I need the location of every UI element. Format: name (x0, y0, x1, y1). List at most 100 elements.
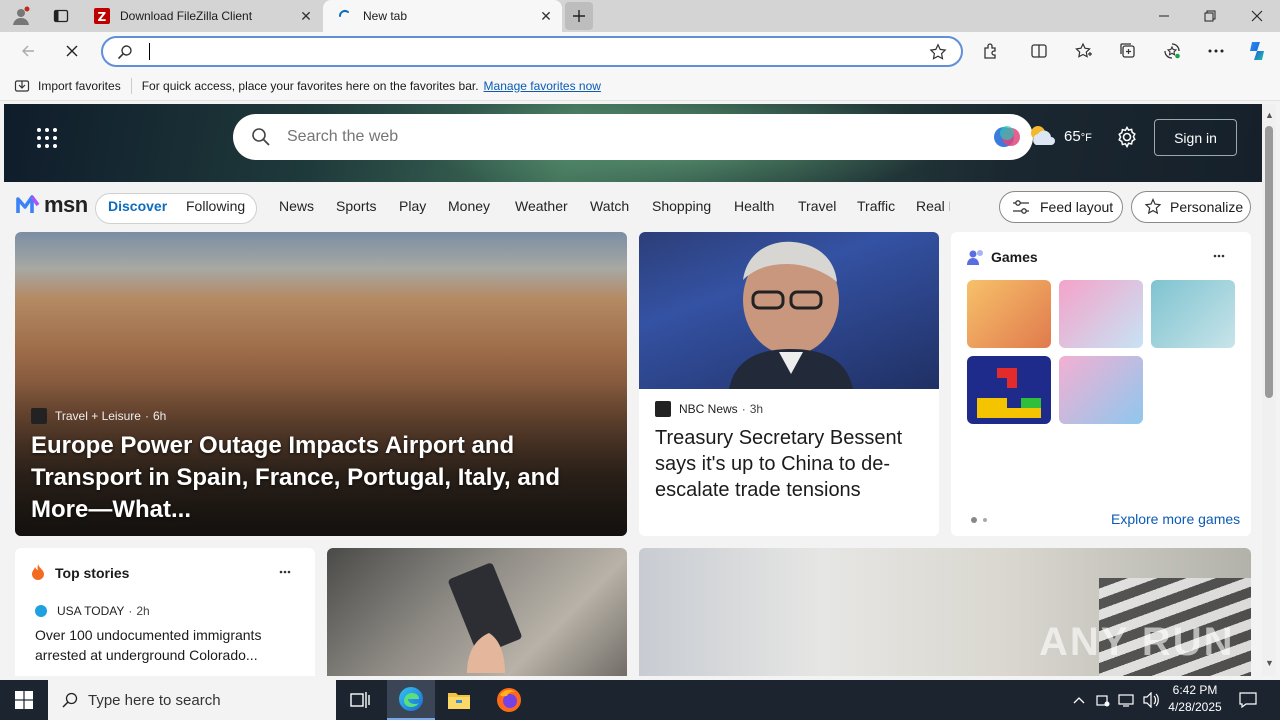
security-tray-icon[interactable] (1092, 680, 1114, 720)
extensions-icon[interactable] (975, 35, 1007, 67)
side-story-image (639, 232, 939, 389)
favorite-star-icon[interactable] (929, 43, 947, 61)
games-more-icon[interactable] (1213, 254, 1225, 258)
personalize-label: Personalize (1170, 199, 1244, 215)
close-tab-icon[interactable]: ✕ (534, 4, 558, 28)
games-card: Games Explore more games (951, 232, 1251, 536)
nbc-logo-icon (655, 401, 671, 417)
game-tile-1[interactable] (967, 280, 1051, 348)
page-scrollbar[interactable]: ▲ ▼ (1262, 104, 1276, 676)
split-screen-icon[interactable] (1023, 35, 1055, 67)
notifications-icon[interactable] (1230, 680, 1266, 720)
settings-gear-icon[interactable] (1116, 126, 1138, 148)
nav-health[interactable]: Health (734, 198, 774, 214)
copilot-icon[interactable] (1242, 35, 1274, 67)
temperature-value: 65 (1064, 128, 1081, 145)
side-story-source: NBC News · 3h (655, 401, 763, 417)
explore-more-games-link[interactable]: Explore more games (1111, 511, 1240, 527)
nav-watch[interactable]: Watch (590, 198, 629, 214)
minimize-button[interactable] (1141, 0, 1187, 32)
feed-layout-button[interactable]: Feed layout (999, 191, 1123, 223)
tab-discover[interactable]: Discover (108, 198, 167, 214)
more-options-icon[interactable] (1200, 35, 1232, 67)
nav-traffic[interactable]: Traffic (857, 198, 895, 214)
top-stories-more-icon[interactable] (279, 570, 291, 574)
network-icon[interactable] (1114, 680, 1138, 720)
side-story-headline[interactable]: Treasury Secretary Bessent says it's up … (655, 425, 925, 503)
scroll-up-arrow-icon[interactable]: ▲ (1265, 110, 1274, 120)
favorites-divider (130, 77, 132, 94)
nav-shopping[interactable]: Shopping (652, 198, 711, 214)
nav-play[interactable]: Play (399, 198, 426, 214)
game-tile-2[interactable] (1059, 280, 1143, 348)
close-window-button[interactable] (1234, 0, 1280, 32)
nav-travel[interactable]: Travel (798, 198, 836, 214)
stop-loading-button[interactable] (56, 35, 88, 67)
tab-new-tab[interactable]: New tab ✕ (323, 0, 562, 32)
top-stories-title: Top stories (55, 565, 130, 581)
edge-taskbar-icon[interactable] (387, 680, 435, 720)
firefox-icon[interactable] (485, 680, 533, 720)
hero-story-card[interactable]: Travel + Leisure · 6h Europe Power Outag… (15, 232, 627, 536)
back-button[interactable] (12, 35, 44, 67)
clock-time: 6:42 PM (1172, 683, 1218, 697)
scroll-down-arrow-icon[interactable]: ▼ (1265, 658, 1274, 668)
import-favorites-button[interactable]: Import favorites (38, 79, 121, 93)
close-tab-icon[interactable]: ✕ (294, 4, 318, 28)
nav-real-estate[interactable]: Real E (916, 198, 950, 214)
web-search-input[interactable] (287, 125, 967, 149)
favorites-bar: Import favorites For quick access, place… (0, 71, 1280, 101)
temperature[interactable]: 65°F (1064, 128, 1092, 145)
scrollbar-thumb[interactable] (1265, 126, 1273, 398)
game-tile-4[interactable] (967, 356, 1051, 424)
nav-news[interactable]: News (279, 198, 314, 214)
tab-following[interactable]: Following (186, 198, 245, 214)
top-story-headline[interactable]: Over 100 undocumented immigrants arreste… (35, 625, 297, 665)
start-button[interactable] (0, 680, 48, 720)
carousel-dot[interactable] (983, 518, 987, 522)
address-input[interactable] (147, 41, 907, 62)
manage-favorites-link[interactable]: Manage favorites now (484, 79, 601, 93)
profile-avatar[interactable] (8, 4, 34, 28)
address-bar[interactable] (101, 36, 963, 67)
tab-actions-icon[interactable] (48, 4, 74, 28)
apps-launcher-icon[interactable] (36, 127, 58, 149)
sparkle-icon (1144, 198, 1162, 216)
story-age: 6h (152, 409, 167, 423)
hero-story-headline[interactable]: Europe Power Outage Impacts Airport and … (31, 430, 621, 526)
carousel-dot-active[interactable] (971, 517, 977, 523)
side-story-card[interactable]: NBC News · 3h Treasury Secretary Bessent… (639, 232, 939, 536)
games-title: Games (991, 249, 1038, 265)
task-view-icon[interactable] (336, 680, 384, 720)
tab-title: Download FileZilla Client (120, 9, 253, 23)
source-name: USA TODAY (57, 604, 125, 618)
favorites-icon[interactable] (1068, 35, 1100, 67)
game-tile-5[interactable] (1059, 356, 1143, 424)
clock[interactable]: 6:42 PM 4/28/2025 (1166, 682, 1224, 718)
taskbar-search-box[interactable]: Type here to search (48, 680, 336, 720)
story-age: 3h (749, 402, 764, 416)
weather-icon[interactable] (1028, 123, 1056, 149)
doctor-image-story[interactable]: ANY RUN (639, 548, 1251, 676)
file-explorer-icon[interactable] (435, 680, 483, 720)
personalize-button[interactable]: Personalize (1131, 191, 1251, 223)
web-search-box[interactable] (233, 114, 1033, 160)
collections-icon[interactable] (1112, 35, 1144, 67)
volume-icon[interactable] (1138, 680, 1164, 720)
tab-filezilla[interactable]: Z Download FileZilla Client ✕ (84, 0, 322, 32)
nav-sports[interactable]: Sports (336, 198, 376, 214)
copilot-search-icon[interactable] (993, 123, 1021, 151)
game-tile-3[interactable] (1151, 280, 1235, 348)
text-cursor (149, 43, 150, 60)
games-icon (967, 249, 985, 265)
browser-essentials-icon[interactable] (1156, 35, 1188, 67)
search-icon (251, 127, 271, 147)
card-image-story[interactable] (327, 548, 627, 676)
show-hidden-icons-icon[interactable] (1066, 680, 1092, 720)
sign-in-button[interactable]: Sign in (1154, 119, 1237, 156)
restore-button[interactable] (1187, 0, 1233, 32)
new-tab-button[interactable] (565, 2, 593, 30)
msn-logo[interactable]: msn (16, 192, 88, 218)
nav-money[interactable]: Money (448, 198, 490, 214)
nav-weather[interactable]: Weather (515, 198, 568, 214)
